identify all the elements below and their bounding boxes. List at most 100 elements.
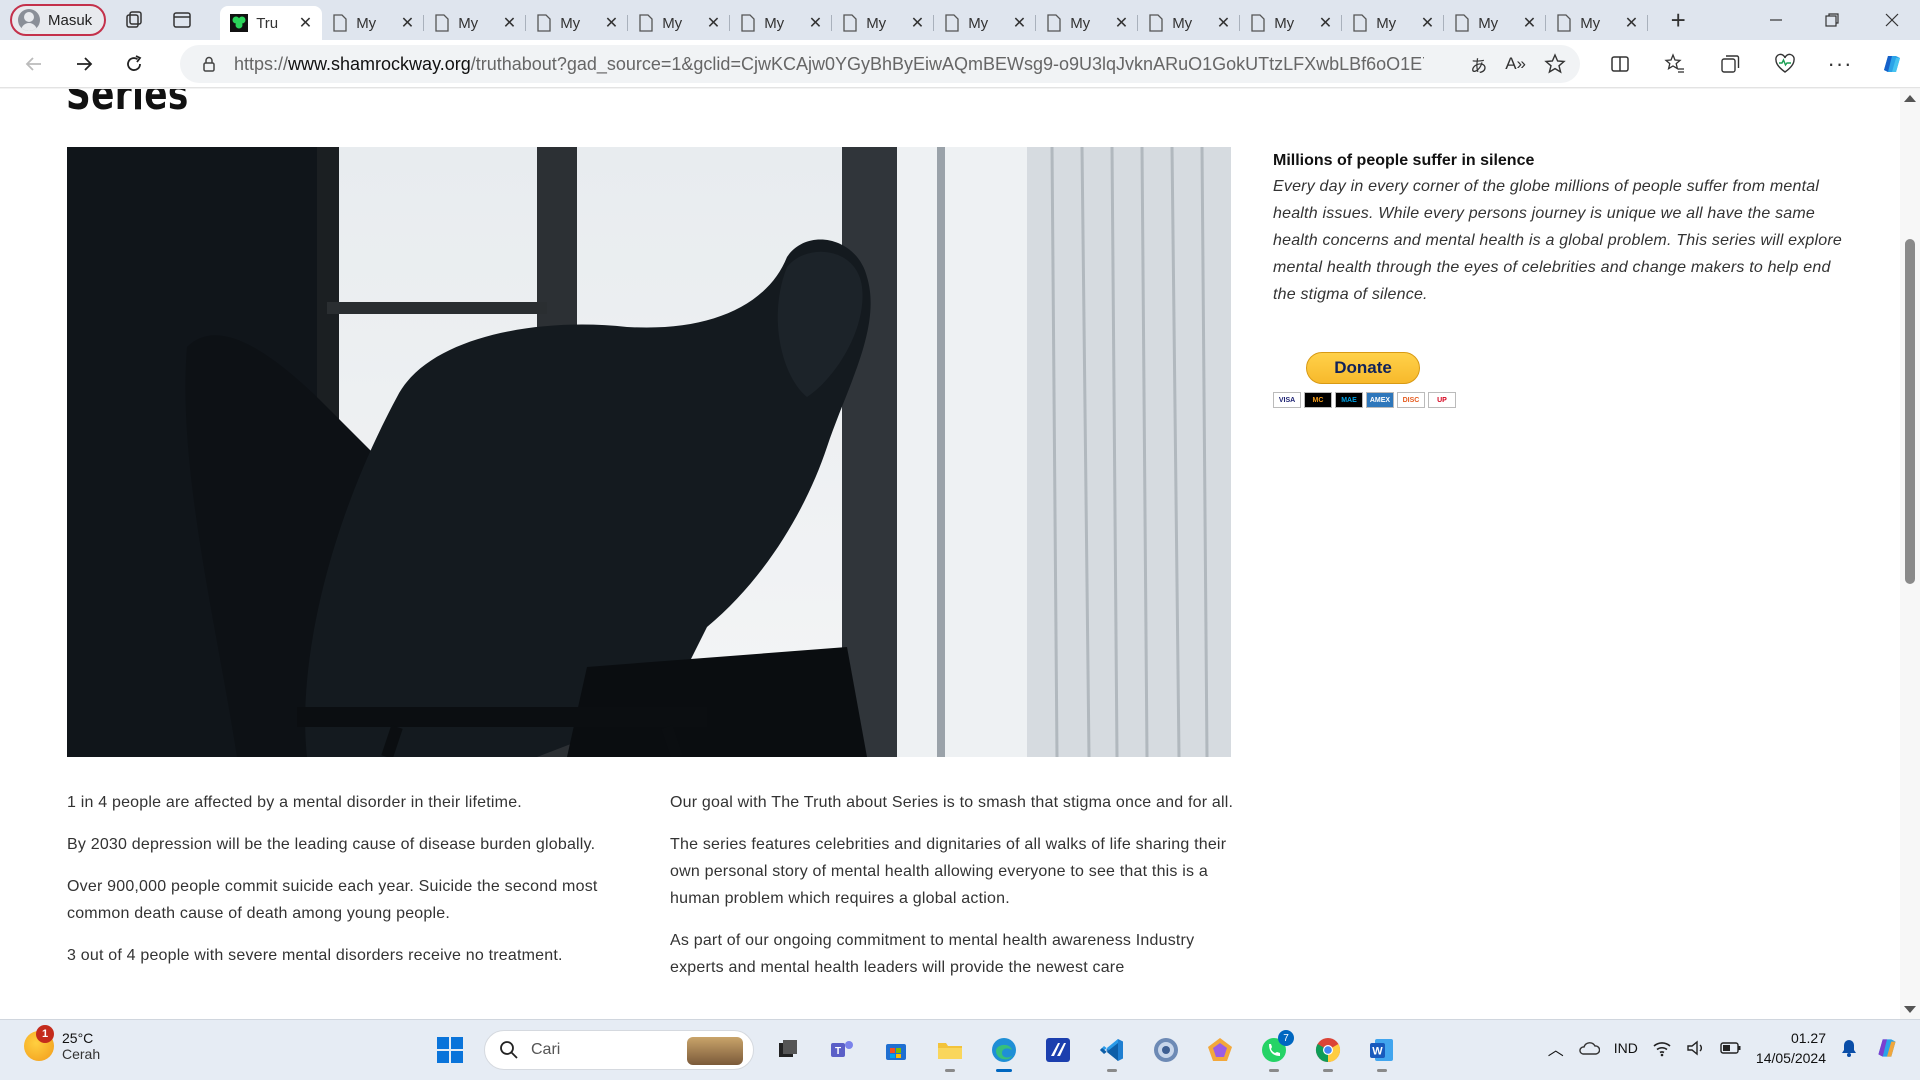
weather-sun-icon: 1 [24, 1025, 54, 1061]
search-placeholder: Cari [531, 1041, 561, 1058]
taskbar-file-explorer[interactable] [930, 1028, 970, 1072]
browser-tab[interactable]: My ✕ [1342, 6, 1445, 40]
system-tray: ︿ IND 01.27 14/05/2024 [1548, 1028, 1902, 1068]
language-indicator[interactable]: IND [1614, 1040, 1638, 1056]
workspaces-icon [126, 11, 142, 28]
close-tab-icon[interactable]: ✕ [401, 13, 414, 33]
plus-icon: + [1670, 4, 1686, 35]
split-screen-button[interactable] [1600, 44, 1640, 84]
browser-tab[interactable]: My ✕ [1240, 6, 1343, 40]
close-tab-icon[interactable]: ✕ [1217, 13, 1230, 33]
close-tab-icon[interactable]: ✕ [1115, 13, 1128, 33]
battery-icon[interactable] [1720, 1040, 1742, 1056]
clock-date: 14/05/2024 [1755, 1050, 1826, 1066]
taskbar-task-view[interactable] [768, 1028, 808, 1072]
copilot-tray-icon[interactable] [1872, 1033, 1902, 1063]
close-tab-icon[interactable]: ✕ [1523, 13, 1536, 33]
tab-actions-icon [173, 12, 191, 28]
browser-tab[interactable]: My ✕ [424, 6, 527, 40]
workspaces-button[interactable] [114, 4, 154, 36]
settings-menu-button[interactable]: ··· [1820, 44, 1860, 84]
browser-tab[interactable]: My ✕ [934, 6, 1037, 40]
system-clock[interactable]: 01.27 14/05/2024 [1756, 1028, 1826, 1068]
taskbar-teams[interactable]: T [822, 1028, 862, 1072]
wifi-icon[interactable] [1652, 1039, 1672, 1057]
page-scrollbar[interactable] [1900, 89, 1920, 1019]
translate-icon[interactable]: あ [1470, 52, 1487, 77]
design-app-icon [1046, 1038, 1070, 1062]
address-bar[interactable]: https://www.shamrockway.org/truthabout?g… [180, 45, 1580, 83]
collections-button[interactable] [1710, 44, 1750, 84]
browser-tab[interactable]: My ✕ [1138, 6, 1241, 40]
favorite-star-icon[interactable] [1544, 53, 1566, 75]
close-tab-icon[interactable]: ✕ [809, 13, 822, 33]
close-tab-icon[interactable]: ✕ [299, 13, 312, 33]
close-tab-icon[interactable]: ✕ [1625, 13, 1638, 33]
browser-tab[interactable]: My ✕ [1444, 6, 1547, 40]
new-tab-button[interactable]: + [1658, 4, 1698, 36]
favorites-button[interactable] [1655, 44, 1695, 84]
tab-title: My [1070, 14, 1091, 32]
page-icon [945, 14, 959, 32]
profile-button[interactable]: Masuk [10, 4, 107, 36]
taskbar-design-app[interactable] [1038, 1028, 1078, 1072]
browser-tab[interactable]: My ✕ [730, 6, 833, 40]
refresh-button[interactable] [114, 44, 154, 84]
split-screen-icon [1611, 56, 1629, 72]
browser-essentials-button[interactable] [1765, 44, 1805, 84]
close-tab-icon[interactable]: ✕ [1013, 13, 1026, 33]
donate-button[interactable]: Donate [1306, 352, 1420, 384]
taskbar-globe-app[interactable] [1146, 1028, 1186, 1072]
copilot-button[interactable] [1872, 44, 1912, 84]
facts-column: 1 in 4 people are affected by a mental d… [67, 789, 627, 984]
tab-list: Tru ✕ My ✕ My ✕ My ✕ My ✕ My ✕ My ✕ My ✕ My ✕ My ✕ My ✕ My ✕ My ✕… [220, 0, 1649, 40]
person-in-distress-photo [67, 147, 1231, 757]
close-window-button[interactable] [1864, 0, 1920, 40]
browser-tab[interactable]: My ✕ [832, 6, 935, 40]
page-icon [639, 14, 653, 32]
minimize-button[interactable] [1748, 0, 1804, 40]
close-tab-icon[interactable]: ✕ [503, 13, 516, 33]
browser-tab[interactable]: My ✕ [1036, 6, 1139, 40]
tab-title: My [1376, 14, 1397, 32]
back-button[interactable] [14, 44, 54, 84]
taskbar-store[interactable] [876, 1028, 916, 1072]
taskbar-copilot-app[interactable] [1200, 1028, 1240, 1072]
weather-widget[interactable]: 1 25°C Cerah [24, 1025, 100, 1062]
close-tab-icon[interactable]: ✕ [1421, 13, 1434, 33]
close-tab-icon[interactable]: ✕ [1319, 13, 1332, 33]
scroll-up-icon[interactable] [1904, 95, 1916, 102]
notification-bell-icon[interactable] [1840, 1038, 1858, 1058]
tab-actions-button[interactable] [162, 4, 202, 36]
svg-text:T: T [835, 1046, 841, 1057]
start-button[interactable] [430, 1028, 470, 1072]
browser-tab[interactable]: Tru ✕ [220, 6, 323, 40]
volume-icon[interactable] [1686, 1039, 1706, 1057]
browser-tab[interactable]: My ✕ [526, 6, 629, 40]
taskbar-word[interactable]: W [1362, 1028, 1402, 1072]
tab-title: My [866, 14, 887, 32]
scroll-down-icon[interactable] [1904, 1006, 1916, 1013]
taskbar-chrome[interactable] [1308, 1028, 1348, 1072]
chevron-up-icon[interactable]: ︿ [1548, 1036, 1564, 1060]
browser-tab[interactable]: My ✕ [1546, 6, 1649, 40]
browser-tab[interactable]: My ✕ [322, 6, 425, 40]
close-tab-icon[interactable]: ✕ [605, 13, 618, 33]
read-aloud-icon[interactable]: A» [1505, 54, 1526, 74]
close-tab-icon[interactable]: ✕ [911, 13, 924, 33]
scrollbar-thumb[interactable] [1905, 239, 1915, 584]
url-text[interactable]: https://www.shamrockway.org/truthabout?g… [234, 54, 1424, 75]
taskbar-search[interactable]: Cari [484, 1030, 754, 1070]
paragraph: Over 900,000 people commit suicide each … [67, 878, 598, 922]
onedrive-icon[interactable] [1578, 1039, 1600, 1057]
taskbar-whatsapp[interactable]: 7 [1254, 1028, 1294, 1072]
close-tab-icon[interactable]: ✕ [707, 13, 720, 33]
browser-tab[interactable]: My ✕ [628, 6, 731, 40]
forward-button[interactable] [64, 44, 104, 84]
lock-icon[interactable] [200, 55, 218, 73]
taskbar-edge[interactable] [984, 1028, 1024, 1072]
teams-icon: T [831, 1041, 853, 1057]
restore-button[interactable] [1804, 0, 1860, 40]
taskbar-vscode[interactable] [1092, 1028, 1132, 1072]
restore-icon [1825, 13, 1839, 27]
